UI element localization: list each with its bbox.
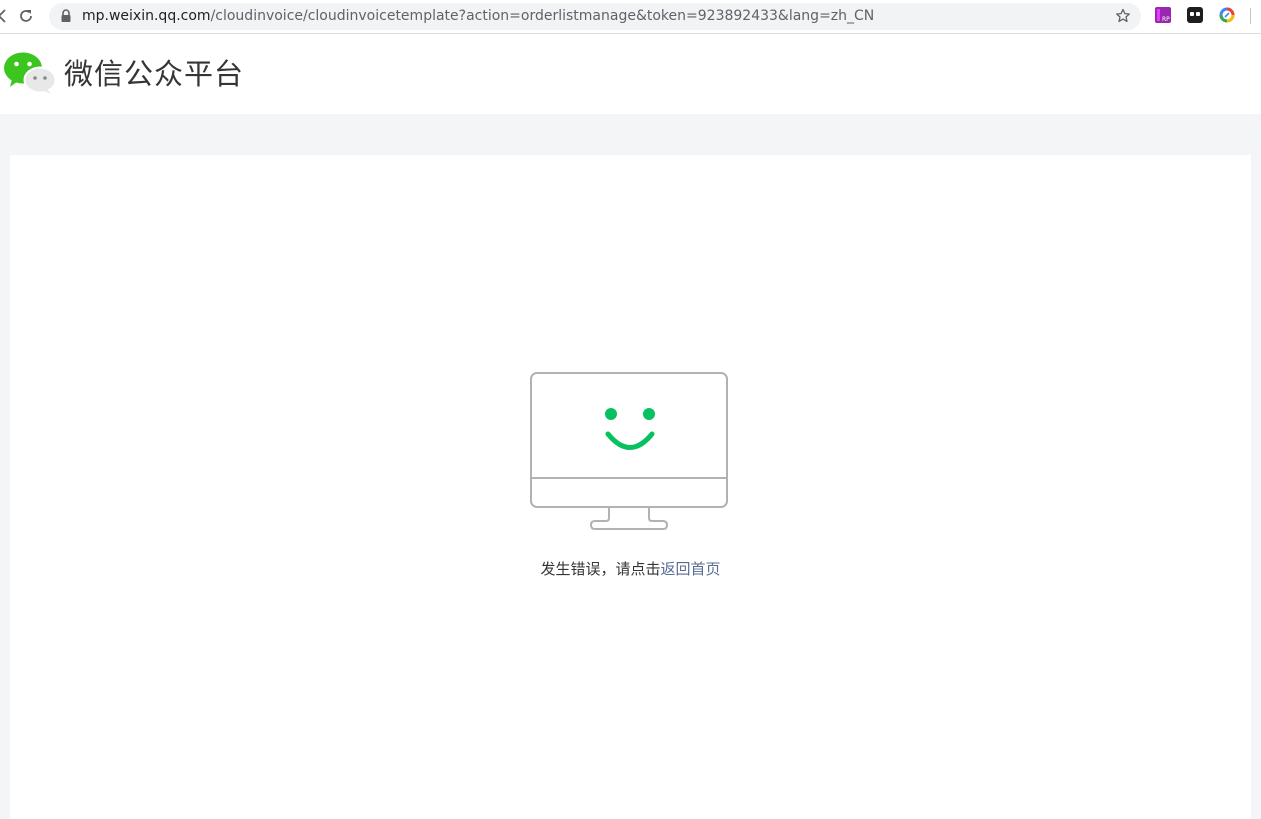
lock-icon xyxy=(61,9,71,22)
return-home-link[interactable]: 返回首页 xyxy=(661,560,721,578)
wechat-logo-icon[interactable] xyxy=(3,52,57,94)
mask-extension-icon[interactable] xyxy=(1187,7,1203,23)
main-content-card: 发生错误，请点击返回首页 xyxy=(10,155,1251,819)
url-host: mp.weixin.qq.com xyxy=(82,8,211,24)
url-text[interactable]: mp.weixin.qq.com/cloudinvoice/cloudinvoi… xyxy=(82,8,874,25)
bookmark-star-icon[interactable] xyxy=(1115,8,1131,24)
site-header: 微信公众平台 xyxy=(0,34,1261,114)
smiling-monitor-icon xyxy=(530,372,728,530)
site-title[interactable]: 微信公众平台 xyxy=(64,56,244,92)
rp-extension-icon[interactable]: RP xyxy=(1155,7,1171,23)
back-arrow-icon[interactable] xyxy=(0,9,6,23)
toolbar-divider xyxy=(1250,8,1251,24)
error-message-line: 发生错误，请点击返回首页 xyxy=(10,559,1251,579)
rp-extension-label: RP xyxy=(1162,16,1170,23)
address-bar[interactable]: mp.weixin.qq.com/cloudinvoice/cloudinvoi… xyxy=(49,3,1141,30)
reload-icon[interactable] xyxy=(17,7,35,25)
browser-toolbar: mp.weixin.qq.com/cloudinvoice/cloudinvoi… xyxy=(0,0,1261,34)
error-message-text: 发生错误，请点击 xyxy=(540,560,661,578)
circle-extension-icon[interactable] xyxy=(1219,7,1235,23)
url-path: /cloudinvoice/cloudinvoicetemplate?actio… xyxy=(210,8,875,24)
